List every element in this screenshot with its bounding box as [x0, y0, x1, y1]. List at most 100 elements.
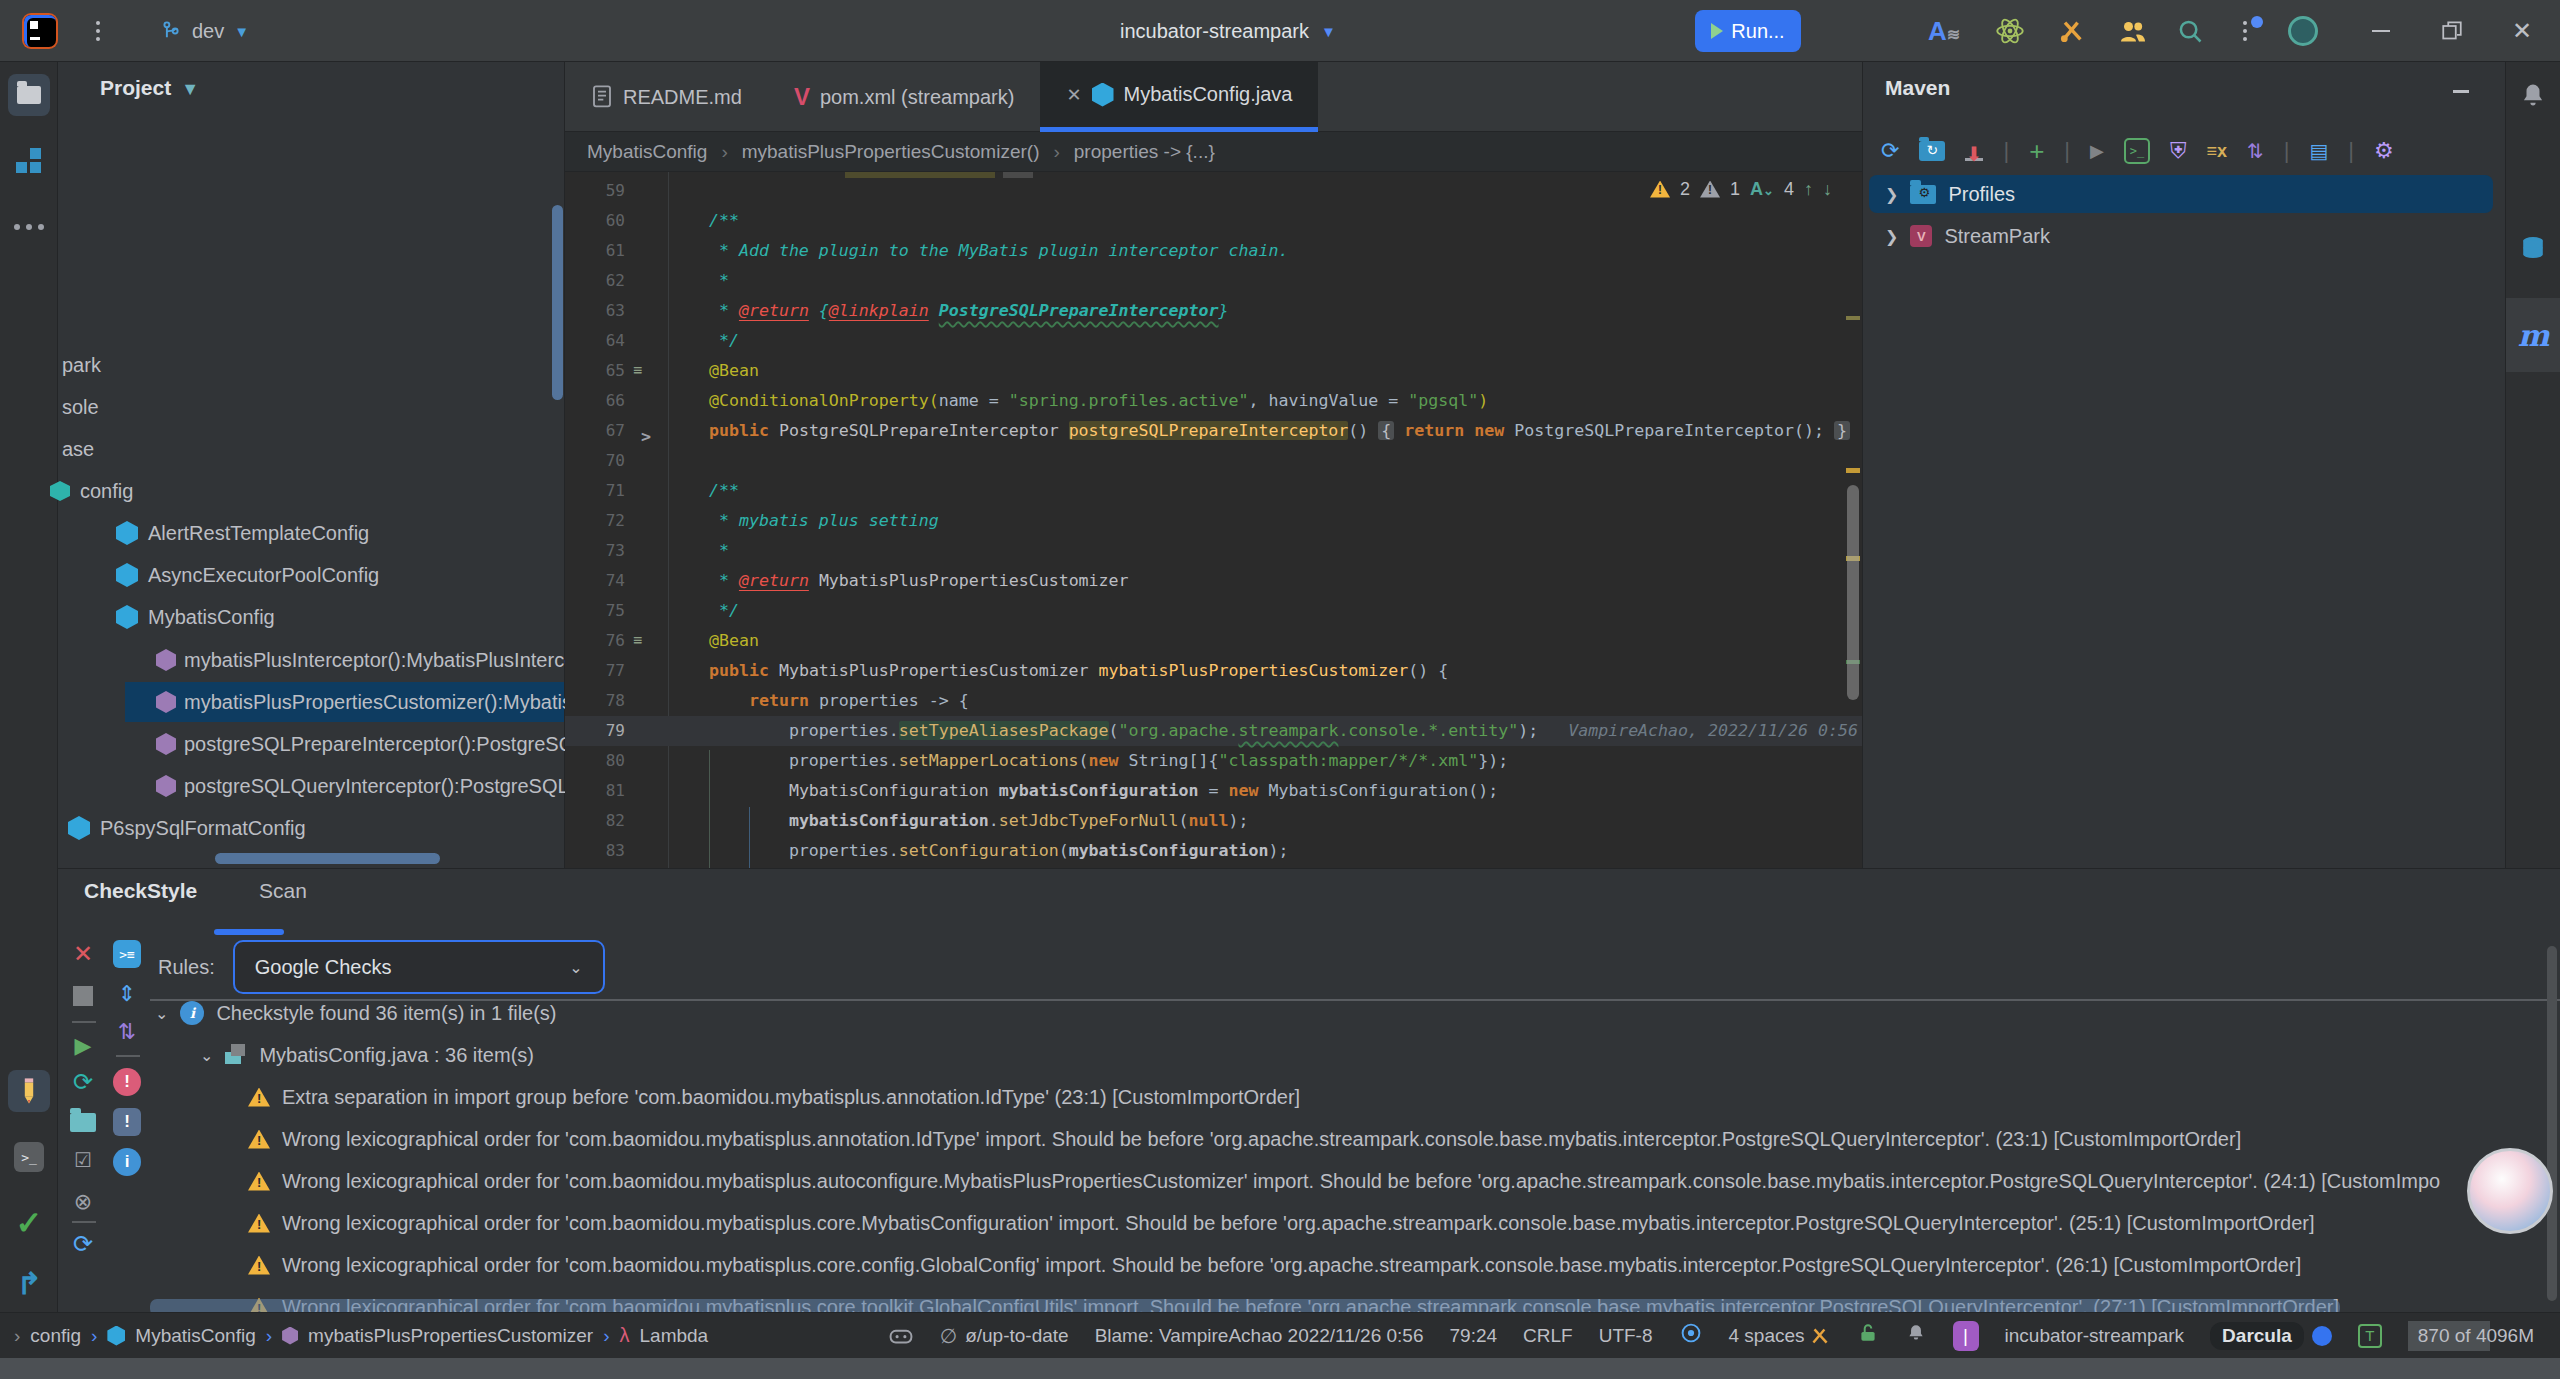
window-minimize-button[interactable] — [2372, 0, 2390, 62]
project-tree-item[interactable]: postgreSQLPrepareInterceptor():PostgreSQ… — [156, 724, 564, 764]
atom-icon[interactable] — [1995, 0, 2025, 62]
code-line[interactable]: 79 properties.setTypeAliasesPackage("org… — [565, 716, 1862, 746]
maven-refresh-icon[interactable]: ⟳ — [1881, 138, 1899, 164]
users-icon[interactable] — [2118, 0, 2148, 62]
cs-checklist-button[interactable]: ☑ — [66, 1143, 100, 1177]
cs-expand-all-icon[interactable]: ⇕ — [110, 977, 144, 1011]
code-line[interactable]: 60 /** — [565, 206, 1862, 236]
cs-patch-button[interactable]: ⊗ — [66, 1185, 100, 1219]
maven-toggle-icon[interactable]: ≡x — [2206, 141, 2227, 162]
statusbar-project-name[interactable]: incubator-streampark — [2005, 1325, 2185, 1347]
project-tree-item[interactable]: P6spySqlFormatConfig — [68, 808, 564, 848]
database-tool-button[interactable] — [2512, 228, 2554, 270]
lamp-icon[interactable] — [1905, 1322, 1927, 1349]
code-line[interactable]: 73 * — [565, 536, 1862, 566]
plugin-badge[interactable]: | — [1953, 1321, 1979, 1351]
checkstyle-scan-tab[interactable]: Scan — [259, 879, 307, 902]
rules-dropdown[interactable]: Google Checks ⌄ — [233, 940, 605, 994]
maven-node-profiles[interactable]: ❯⚙Profiles — [1869, 175, 2493, 213]
project-tree-item[interactable]: sole — [62, 387, 564, 427]
statusbar-crumb-method[interactable]: mybatisPlusPropertiesCustomizer — [308, 1325, 593, 1347]
checkstyle-panel-title[interactable]: CheckStyle — [84, 879, 197, 902]
cs-info-filter-button[interactable]: i — [110, 1145, 144, 1179]
breadcrumb-item[interactable]: mybatisPlusPropertiesCustomizer() — [742, 141, 1040, 163]
code-line[interactable]: 82 mybatisConfiguration.setJdbcTypeForNu… — [565, 806, 1862, 836]
code-line[interactable]: 83 properties.setConfiguration(mybatisCo… — [565, 836, 1862, 866]
maven-collapse-icon[interactable]: ⇅ — [2247, 139, 2264, 163]
maven-execute-icon[interactable]: >_ — [2124, 138, 2150, 164]
breadcrumb-item[interactable]: properties -> {...} — [1074, 141, 1215, 163]
checkstyle-row[interactable]: ⌄iCheckstyle found 36 item(s) in 1 file(… — [155, 993, 557, 1033]
project-tree-item[interactable]: postgreSQLQueryInterceptor():PostgreSQLQ… — [156, 766, 564, 806]
maven-download-icon[interactable]: ⬇ — [1965, 142, 1983, 161]
editor-tab[interactable]: README.md — [565, 62, 768, 132]
run-button[interactable]: Run... — [1695, 10, 1801, 52]
notifications-bell-icon[interactable] — [2512, 74, 2554, 116]
project-tree-item[interactable]: config — [50, 471, 564, 511]
expand-chevron-icon[interactable]: ❯ — [1885, 227, 1898, 246]
checkstyle-row[interactable]: Wrong lexicographical order for 'com.bao… — [248, 1203, 2315, 1243]
user-avatar-icon[interactable] — [2288, 16, 2318, 46]
editor-tab[interactable]: ✕MybatisConfig.java — [1040, 62, 1318, 132]
cs-refresh-button[interactable]: ⟳ — [66, 1227, 100, 1261]
cs-vscrollbar[interactable] — [2547, 946, 2557, 1301]
project-hscrollbar[interactable] — [215, 853, 440, 864]
gamepad-icon[interactable] — [888, 1323, 914, 1349]
checkstyle-row[interactable]: Wrong lexicographical order for 'com.bao… — [248, 1161, 2440, 1201]
settings-kebab-icon[interactable] — [2243, 0, 2247, 62]
cs-collapse-all-icon[interactable]: ⇅ — [110, 1015, 144, 1049]
bean-gutter-icon[interactable]: ≡ — [633, 632, 649, 648]
cs-rerun-button[interactable]: ⟳ — [66, 1065, 100, 1099]
memory-indicator[interactable]: 870 of 4096M — [2408, 1321, 2544, 1351]
maven-reload-sources-icon[interactable]: ↻ — [1919, 141, 1945, 161]
translate-icon[interactable]: A≋ — [1928, 0, 1960, 62]
code-line[interactable]: 72 * mybatis plus setting — [565, 506, 1862, 536]
maven-run-icon[interactable]: ▶ — [2090, 140, 2104, 162]
next-warning-icon[interactable]: ↓ — [1823, 179, 1832, 200]
checkstyle-row[interactable]: Wrong lexicographical order for 'com.bao… — [248, 1119, 2241, 1159]
checkstyle-tool-button[interactable] — [8, 1070, 50, 1112]
terminal-tool-button[interactable]: >_ — [8, 1136, 50, 1178]
project-tree-item[interactable]: mybatisPlusInterceptor():MybatisPlusInte… — [156, 640, 564, 680]
structure-tool-button[interactable] — [8, 140, 50, 182]
cs-filter-terminal-icon[interactable]: >≡ — [110, 937, 144, 971]
git-tool-button[interactable]: ↱ — [8, 1262, 50, 1304]
search-icon[interactable] — [2176, 0, 2204, 62]
code-line[interactable]: 61 * Add the plugin to the MyBatis plugi… — [565, 236, 1862, 266]
caret-position-widget[interactable]: 79:24 — [1450, 1325, 1498, 1347]
statusbar-crumb-class[interactable]: MybatisConfig — [135, 1325, 255, 1347]
code-line[interactable]: 67> public PostgreSQLPrepareInterceptor … — [565, 416, 1862, 446]
code-line[interactable]: 63 * @return {@linkplain PostgreSQLPrepa… — [565, 296, 1862, 326]
tools-icon[interactable] — [2058, 0, 2086, 62]
code-line[interactable]: 66 @ConditionalOnProperty(name = "spring… — [565, 386, 1862, 416]
code-line[interactable]: 81 MybatisConfiguration mybatisConfigura… — [565, 776, 1862, 806]
project-tree-item[interactable]: MybatisConfig — [116, 597, 564, 637]
cs-error-filter-button[interactable]: ! — [110, 1065, 144, 1099]
project-tree-item[interactable]: mybatisPlusPropertiesCustomizer():Mybati… — [125, 682, 564, 722]
line-separator-widget[interactable]: CRLF — [1523, 1325, 1573, 1347]
cs-warning-filter-button[interactable]: ! — [110, 1105, 144, 1139]
project-tree-item[interactable]: AsyncExecutorPoolConfig — [116, 555, 564, 595]
maven-minimize-icon[interactable] — [2453, 90, 2469, 93]
maven-tab-button[interactable]: m — [2506, 298, 2560, 372]
code-line[interactable]: 62 * — [565, 266, 1862, 296]
code-viewport[interactable]: 5960 /**61 * Add the plugin to the MyBat… — [565, 172, 1862, 868]
project-switcher[interactable]: incubator-streampark ▼ — [1120, 0, 1336, 62]
code-line[interactable]: 80 properties.setMapperLocations(new Str… — [565, 746, 1862, 776]
lock-icon[interactable] — [1857, 1322, 1879, 1349]
cs-run-button[interactable]: ▶ — [66, 1029, 100, 1063]
indent-widget[interactable]: 4 spaces — [1729, 1325, 1831, 1347]
code-line[interactable]: 71 /** — [565, 476, 1862, 506]
project-tree-item[interactable]: park — [62, 345, 564, 385]
maven-dependencies-icon[interactable]: ▤ — [2309, 139, 2328, 163]
checkstyle-row[interactable]: Extra separation in import group before … — [248, 1077, 1300, 1117]
statusbar-crumb-lambda[interactable]: Lambda — [640, 1325, 709, 1347]
project-tree-item[interactable]: ase — [62, 429, 564, 469]
tab-close-icon[interactable]: ✕ — [1066, 84, 1081, 106]
expand-chevron-icon[interactable]: ❯ — [1885, 185, 1898, 204]
cs-stop-button[interactable] — [66, 979, 100, 1013]
more-tools-button[interactable] — [8, 206, 50, 248]
blame-widget[interactable]: Blame: VampireAchao 2022/11/26 0:56 — [1095, 1325, 1424, 1347]
bean-gutter-icon[interactable]: ≡ — [633, 362, 649, 378]
code-line[interactable]: 77 public MybatisPlusPropertiesCustomize… — [565, 656, 1862, 686]
